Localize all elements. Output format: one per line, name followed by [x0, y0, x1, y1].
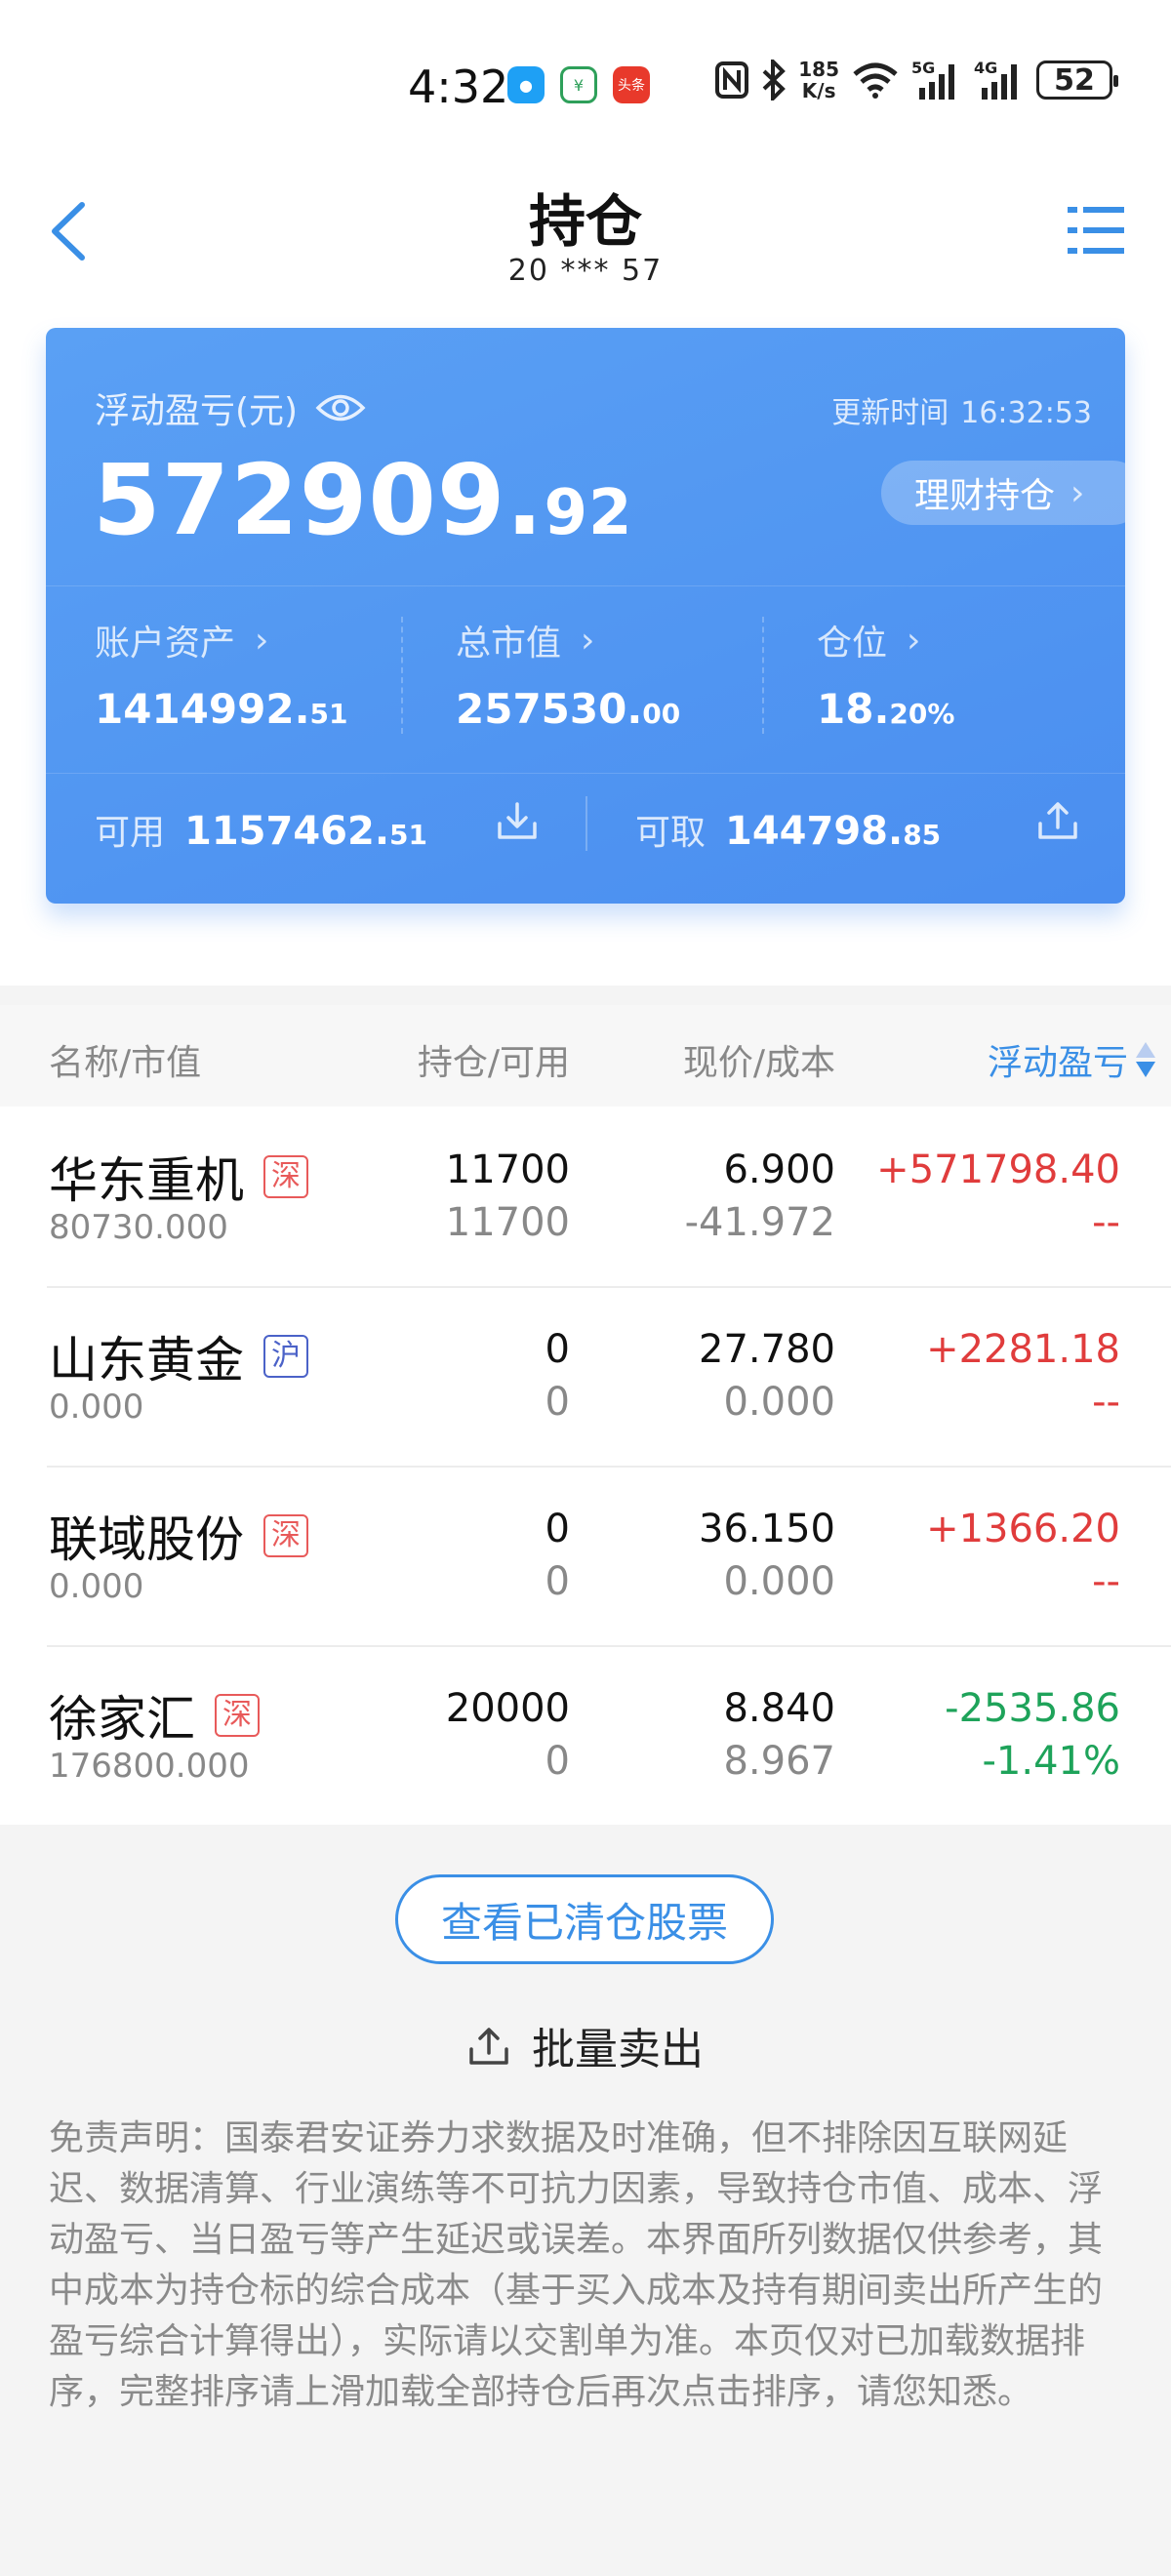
floating-pl-pct: -1.41%	[982, 1739, 1120, 1784]
floating-pl-value: 572909.92	[93, 443, 633, 557]
cost-price: 8.967	[723, 1739, 835, 1784]
available-funds: 可用 1157462.51	[95, 809, 428, 854]
status-bar: 4:32 ● ¥ 头条 185 K/s 5G 4G 52	[0, 39, 1171, 127]
floating-pl-pct: --	[1092, 1559, 1120, 1604]
market-tag: 深	[215, 1694, 260, 1737]
available-qty: 0	[545, 1559, 570, 1604]
avail-divider	[586, 796, 587, 851]
signal-bars-icon	[982, 64, 1017, 100]
bluetooth-icon	[762, 60, 787, 101]
holdings-list: 华东重机深 80730.000 11700 11700 6.900 -41.97…	[0, 1107, 1171, 1825]
account-summary-card: 浮动盈亏(元) 更新时间 16:32:53 572909.92 理财持仓 › 账户资…	[46, 328, 1125, 904]
available-qty: 11700	[445, 1200, 570, 1245]
floating-pl: +1366.20	[926, 1507, 1120, 1551]
nfc-icon	[715, 61, 749, 99]
network-speed: 185 K/s	[798, 58, 839, 102]
stock-market-value: 80730.000	[49, 1208, 228, 1247]
current-price: 27.780	[699, 1327, 835, 1372]
holding-row[interactable]: 联域股份深 0.000 0 0 36.150 0.000 +1366.20 --	[0, 1466, 1171, 1645]
available-qty: 0	[545, 1380, 570, 1425]
batch-sell-button[interactable]: 批量卖出	[0, 2014, 1171, 2076]
holding-qty: 0	[545, 1327, 570, 1372]
account-assets-stat[interactable]: 账户资产 › 1414992.51	[95, 615, 348, 734]
sort-icon	[1136, 1042, 1155, 1077]
floating-pl-label: 浮动盈亏(元)	[95, 382, 366, 433]
stock-market-value: 0.000	[49, 1388, 144, 1427]
stock-name: 联域股份	[49, 1511, 244, 1568]
col-name-mv[interactable]: 名称/市值	[49, 1034, 201, 1085]
stock-market-value: 0.000	[49, 1567, 144, 1606]
cost-price: 0.000	[723, 1559, 835, 1604]
holding-row[interactable]: 山东黄金沪 0.000 0 0 27.780 0.000 +2281.18 --	[0, 1286, 1171, 1466]
market-tag: 深	[263, 1514, 308, 1557]
stock-name: 徐家汇	[49, 1691, 195, 1748]
bank-app-icon: ¥	[560, 66, 597, 103]
holding-row[interactable]: 徐家汇深 176800.000 20000 0 8.840 8.967 -253…	[0, 1645, 1171, 1825]
current-price: 36.150	[699, 1507, 835, 1551]
chevron-right-icon: ›	[581, 620, 595, 661]
holding-qty: 0	[545, 1507, 570, 1551]
view-cleared-stocks-button[interactable]: 查看已清仓股票	[395, 1874, 774, 1964]
available-funds-row: 可用 1157462.51 可取 144798.85	[46, 796, 1125, 902]
card-divider	[46, 585, 1125, 586]
wifi-icon	[853, 62, 898, 99]
holding-qty: 11700	[445, 1147, 570, 1192]
holdings-table-header: 名称/市值 持仓/可用 现价/成本 浮动盈亏	[0, 1005, 1171, 1107]
eye-icon[interactable]	[315, 391, 366, 424]
col-floating-pl-sort[interactable]: 浮动盈亏	[988, 1034, 1157, 1085]
stock-market-value: 176800.000	[49, 1747, 250, 1786]
stat-divider	[762, 617, 764, 734]
available-qty: 0	[545, 1739, 570, 1784]
list-menu-icon[interactable]	[1066, 201, 1126, 260]
floating-pl-pct: --	[1092, 1200, 1120, 1245]
disclaimer-text: 免责声明：国泰君安证券力求数据及时准确，但不排除因互联网延迟、数据清算、行业演练…	[49, 2118, 1104, 2412]
market-value-stat[interactable]: 总市值 › 257530.00	[456, 615, 680, 734]
chevron-right-icon: ›	[907, 620, 921, 661]
col-price-cost[interactable]: 现价/成本	[683, 1034, 835, 1085]
card-divider	[46, 773, 1125, 774]
holding-qty: 20000	[445, 1686, 570, 1731]
transfer-in-icon[interactable]	[495, 798, 540, 843]
floating-pl: +2281.18	[926, 1327, 1120, 1372]
floating-pl: +571798.40	[876, 1147, 1120, 1192]
signal-5g: 5G	[911, 59, 962, 100]
holding-row[interactable]: 华东重机深 80730.000 11700 11700 6.900 -41.97…	[0, 1107, 1171, 1286]
status-time: 4:32	[408, 60, 509, 113]
wealth-holdings-button[interactable]: 理财持仓 ›	[881, 461, 1125, 525]
floating-pl: -2535.86	[945, 1686, 1120, 1731]
cost-price: 0.000	[723, 1380, 835, 1425]
col-holding[interactable]: 持仓/可用	[418, 1034, 570, 1085]
page-title: 持仓	[528, 188, 642, 255]
upload-icon	[469, 2028, 508, 2065]
market-tag: 深	[263, 1155, 308, 1198]
signal-bars-icon	[919, 64, 954, 100]
stock-name: 山东黄金	[49, 1332, 244, 1389]
account-number: 20 *** 57	[507, 254, 664, 288]
cost-price: -41.972	[684, 1200, 835, 1245]
stat-divider	[401, 617, 403, 734]
battery-icon: 52	[1036, 60, 1118, 100]
position-ratio-stat[interactable]: 仓位 › 18.20%	[817, 615, 954, 734]
message-app-icon: ●	[507, 66, 545, 103]
signal-4g: 4G	[974, 59, 1025, 100]
market-tag: 沪	[263, 1335, 308, 1378]
toutiao-app-icon: 头条	[613, 66, 650, 103]
current-price: 6.900	[723, 1147, 835, 1192]
update-time: 更新时间 16:32:53	[831, 396, 1092, 430]
status-right: 185 K/s 5G 4G 52	[714, 58, 1118, 102]
transfer-out-icon[interactable]	[1035, 798, 1080, 843]
stock-name: 华东重机	[49, 1152, 244, 1209]
current-price: 8.840	[723, 1686, 835, 1731]
floating-pl-pct: --	[1092, 1380, 1120, 1425]
chevron-right-icon: ›	[1070, 472, 1085, 513]
chevron-right-icon: ›	[255, 620, 269, 661]
header: 持仓 20 *** 57	[0, 156, 1171, 302]
withdrawable-funds: 可取 144798.85	[635, 809, 942, 854]
